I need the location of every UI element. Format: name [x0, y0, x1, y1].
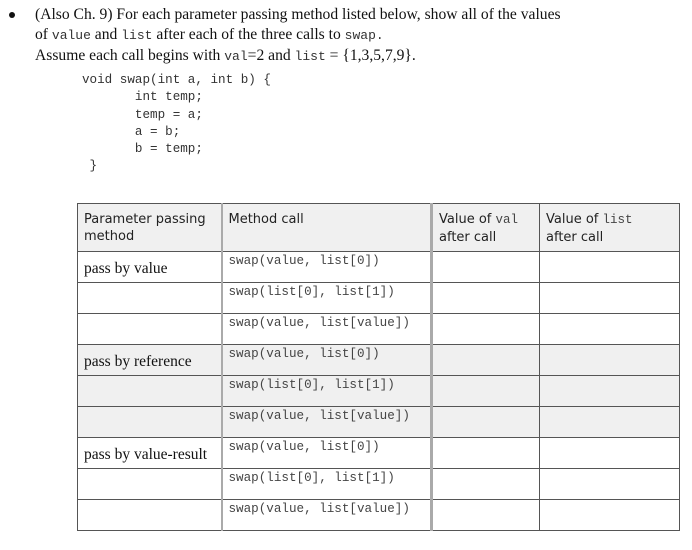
- method-call-cell: swap(value, list[0]): [221, 437, 433, 469]
- code-line: b = temp;: [82, 142, 203, 157]
- val-answer-cell[interactable]: [431, 437, 540, 469]
- text: = {1,3,5,7,9}.: [325, 47, 416, 64]
- method-call-cell: swap(value, list[value]): [221, 499, 433, 531]
- method-cell: [77, 375, 223, 407]
- table-row: pass by value-result swap(value, list[0]): [77, 437, 680, 469]
- list-answer-cell[interactable]: [539, 468, 680, 500]
- method-cell: pass by value: [77, 251, 223, 283]
- method-call-cell: swap(value, list[0]): [221, 344, 433, 376]
- table-row: pass by value swap(value, list[0]): [77, 251, 680, 283]
- val-answer-cell[interactable]: [431, 282, 540, 314]
- code-line: int temp;: [82, 90, 203, 105]
- method-call-cell: swap(value, list[0]): [221, 251, 433, 283]
- val-answer-cell[interactable]: [431, 406, 540, 438]
- method-call-cell: swap(value, list[value]): [221, 313, 433, 345]
- header-list: Value of list after call: [539, 203, 680, 252]
- method-call-cell: swap(list[0], list[1]): [221, 282, 433, 314]
- text: of: [35, 26, 52, 43]
- code-line: void swap(int a, int b) {: [82, 73, 271, 87]
- text: after call: [439, 230, 497, 245]
- method-cell: [77, 313, 223, 345]
- code-line: temp = a;: [82, 107, 203, 122]
- val-answer-cell[interactable]: [431, 375, 540, 407]
- table-row: swap(list[0], list[1]): [77, 468, 680, 500]
- method-call-cell: swap(list[0], list[1]): [221, 375, 433, 407]
- code-value: value: [51, 28, 91, 43]
- code-val: val: [224, 49, 248, 64]
- text: Value of: [439, 212, 496, 227]
- code-list: list: [121, 28, 153, 43]
- answer-table: Parameter passing method Method call Val…: [77, 203, 680, 531]
- text: =2 and: [247, 47, 295, 64]
- list-answer-cell[interactable]: [539, 437, 680, 469]
- val-answer-cell[interactable]: [431, 313, 540, 345]
- swap-code-block: void swap(int a, int b) { int temp; temp…: [82, 72, 271, 176]
- header-row: Parameter passing method Method call Val…: [77, 203, 680, 252]
- method-cell: [77, 499, 223, 531]
- header-call: Method call: [221, 203, 433, 252]
- method-cell: [77, 406, 223, 438]
- val-answer-cell[interactable]: [431, 468, 540, 500]
- code-list: list: [602, 213, 633, 227]
- list-answer-cell[interactable]: [539, 313, 680, 345]
- list-answer-cell[interactable]: [539, 282, 680, 314]
- text: after each of the three calls to: [152, 26, 345, 43]
- code-swap: swap: [344, 28, 376, 43]
- question-line-1: (Also Ch. 9) For each parameter passing …: [35, 6, 561, 23]
- list-answer-cell[interactable]: [539, 344, 680, 376]
- question-line-3: Assume each call begins with val=2 and l…: [35, 46, 675, 67]
- val-answer-cell[interactable]: [431, 251, 540, 283]
- text: Value of: [546, 212, 603, 227]
- code-line: a = b;: [82, 124, 181, 139]
- list-answer-cell[interactable]: [539, 406, 680, 438]
- code-list: list: [294, 49, 326, 64]
- method-cell: [77, 282, 223, 314]
- method-cell: [77, 468, 223, 500]
- header-val: Value of val after call: [431, 203, 540, 252]
- text: .: [375, 28, 384, 43]
- bullet-icon: [9, 12, 15, 18]
- list-answer-cell[interactable]: [539, 251, 680, 283]
- table-row: swap(list[0], list[1]): [77, 282, 680, 314]
- method-cell: pass by value-result: [77, 437, 223, 469]
- text: after call: [546, 230, 604, 245]
- table-row: pass by reference swap(value, list[0]): [77, 344, 680, 376]
- list-answer-cell[interactable]: [539, 499, 680, 531]
- code-line: }: [82, 159, 98, 174]
- question-text: (Also Ch. 9) For each parameter passing …: [35, 5, 675, 67]
- table-row: swap(value, list[value]): [77, 313, 680, 345]
- val-answer-cell[interactable]: [431, 499, 540, 531]
- text: and: [90, 26, 122, 43]
- method-call-cell: swap(list[0], list[1]): [221, 468, 433, 500]
- method-cell: pass by reference: [77, 344, 223, 376]
- text: Assume each call begins with: [35, 47, 225, 64]
- table-row: swap(value, list[value]): [77, 499, 680, 531]
- table-row: swap(list[0], list[1]): [77, 375, 680, 407]
- method-call-cell: swap(value, list[value]): [221, 406, 433, 438]
- list-answer-cell[interactable]: [539, 375, 680, 407]
- val-answer-cell[interactable]: [431, 344, 540, 376]
- table-row: swap(value, list[value]): [77, 406, 680, 438]
- question-line-2: of value and list after each of the thre…: [35, 25, 675, 46]
- header-method: Parameter passing method: [77, 203, 223, 252]
- code-val: val: [495, 213, 519, 227]
